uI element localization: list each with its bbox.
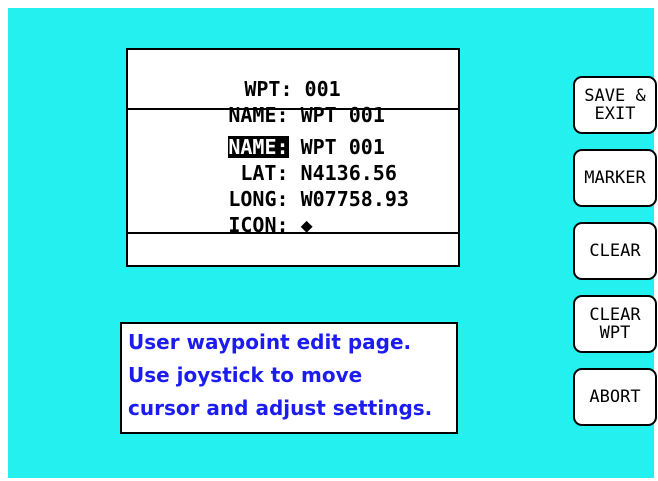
abort-label: ABORT <box>589 387 641 407</box>
long-field-row[interactable]: LONG: W07758.93 <box>132 166 409 210</box>
header-name-row: NAME: WPT 001 <box>132 82 385 126</box>
marker-button[interactable]: MARKER <box>573 149 657 207</box>
abort-button[interactable]: ABORT <box>573 368 657 426</box>
footer-divider <box>128 232 458 234</box>
header-divider <box>128 108 458 110</box>
clear-button[interactable]: CLEAR <box>573 222 657 280</box>
header-wpt-row: WPT: 001 <box>148 56 340 100</box>
save-exit-label-line1: SAVE & <box>584 86 646 106</box>
clear-wpt-label-line2: WPT <box>599 323 631 343</box>
name-field-row[interactable]: NAME: WPT 001 <box>132 114 385 158</box>
icon-field-row[interactable]: ICON: ◆ <box>132 192 312 236</box>
display-frame: WPT: 001 NAME: WPT 001 NAME: WPT 001 LAT… <box>0 0 658 481</box>
help-text-box: User waypoint edit page. Use joystick to… <box>120 322 458 434</box>
lat-field-row[interactable]: LAT: N4136.56 <box>144 140 397 184</box>
help-line-3: cursor and adjust settings. <box>128 396 433 420</box>
help-line-1: User waypoint edit page. <box>128 330 412 354</box>
waypoint-edit-panel: WPT: 001 NAME: WPT 001 NAME: WPT 001 LAT… <box>126 48 460 267</box>
gps-screen: WPT: 001 NAME: WPT 001 NAME: WPT 001 LAT… <box>8 8 657 478</box>
long-field-value[interactable]: W07758.93 <box>301 187 409 211</box>
clear-wpt-label-line1: CLEAR <box>589 305 641 325</box>
save-exit-button[interactable]: SAVE & EXIT <box>573 76 657 134</box>
marker-label: MARKER <box>584 168 646 188</box>
help-line-2: Use joystick to move <box>128 363 363 387</box>
clear-wpt-button[interactable]: CLEAR WPT <box>573 295 657 353</box>
save-exit-label-line2: EXIT <box>594 104 636 124</box>
clear-label: CLEAR <box>589 241 641 261</box>
